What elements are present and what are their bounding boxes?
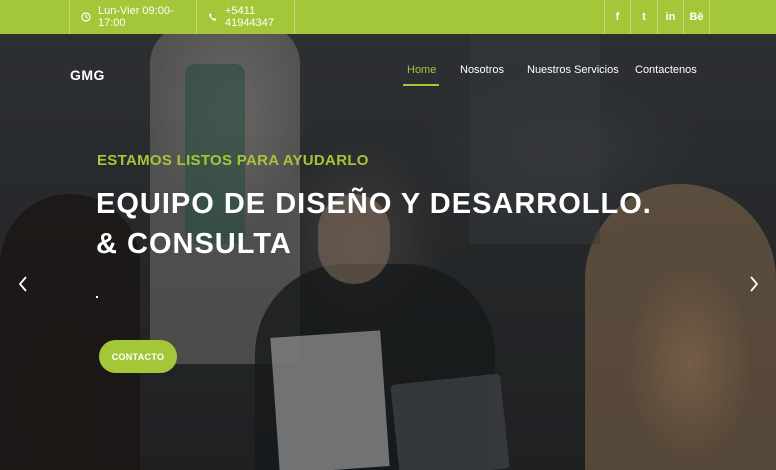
slider-prev-button[interactable]: [15, 272, 31, 296]
business-hours: Lun-Vier 09:00-17:00: [69, 0, 196, 34]
facebook-link[interactable]: f: [604, 0, 630, 34]
hero-headline-line2: & CONSULTA: [96, 228, 292, 260]
nav-active-indicator: [403, 84, 439, 86]
twitter-link[interactable]: t: [630, 0, 657, 34]
facebook-icon: f: [615, 11, 620, 23]
hero-headline-line1: EQUIPO DE DISEÑO Y DESARROLLO.: [96, 188, 652, 220]
contact-button[interactable]: CONTACTO: [99, 340, 177, 373]
linkedin-link[interactable]: in: [657, 0, 683, 34]
slider-next-button[interactable]: [746, 272, 762, 296]
site-logo[interactable]: GMG: [70, 67, 105, 83]
behance-icon: Bē: [689, 11, 704, 23]
clock-icon: [81, 12, 91, 22]
hero-subtitle: ESTAMOS LISTOS PARA AYUDARLO: [97, 152, 369, 169]
hero-dot: [96, 296, 98, 298]
behance-link[interactable]: Bē: [683, 0, 710, 34]
phone-icon: [208, 12, 218, 22]
nav-contactenos[interactable]: Contactenos: [635, 64, 697, 88]
phone-text: +5411 41944347: [225, 5, 274, 29]
nav-servicios[interactable]: Nuestros Servicios: [527, 64, 619, 88]
twitter-icon: t: [642, 11, 646, 23]
hero-slider: GMG Home Nosotros Nuestros Servicios Con…: [0, 34, 776, 470]
top-bar: Lun-Vier 09:00-17:00 +5411 41944347 f t …: [0, 0, 776, 34]
linkedin-icon: in: [665, 11, 676, 23]
hero-headline: EQUIPO DE DISEÑO Y DESARROLLO. & CONSULT…: [96, 184, 652, 264]
chevron-right-icon: [750, 276, 759, 292]
hours-text: Lun-Vier 09:00-17:00: [98, 5, 174, 29]
phone-contact[interactable]: +5411 41944347: [196, 0, 295, 34]
nav-nosotros[interactable]: Nosotros: [460, 64, 504, 88]
chevron-left-icon: [18, 276, 27, 292]
